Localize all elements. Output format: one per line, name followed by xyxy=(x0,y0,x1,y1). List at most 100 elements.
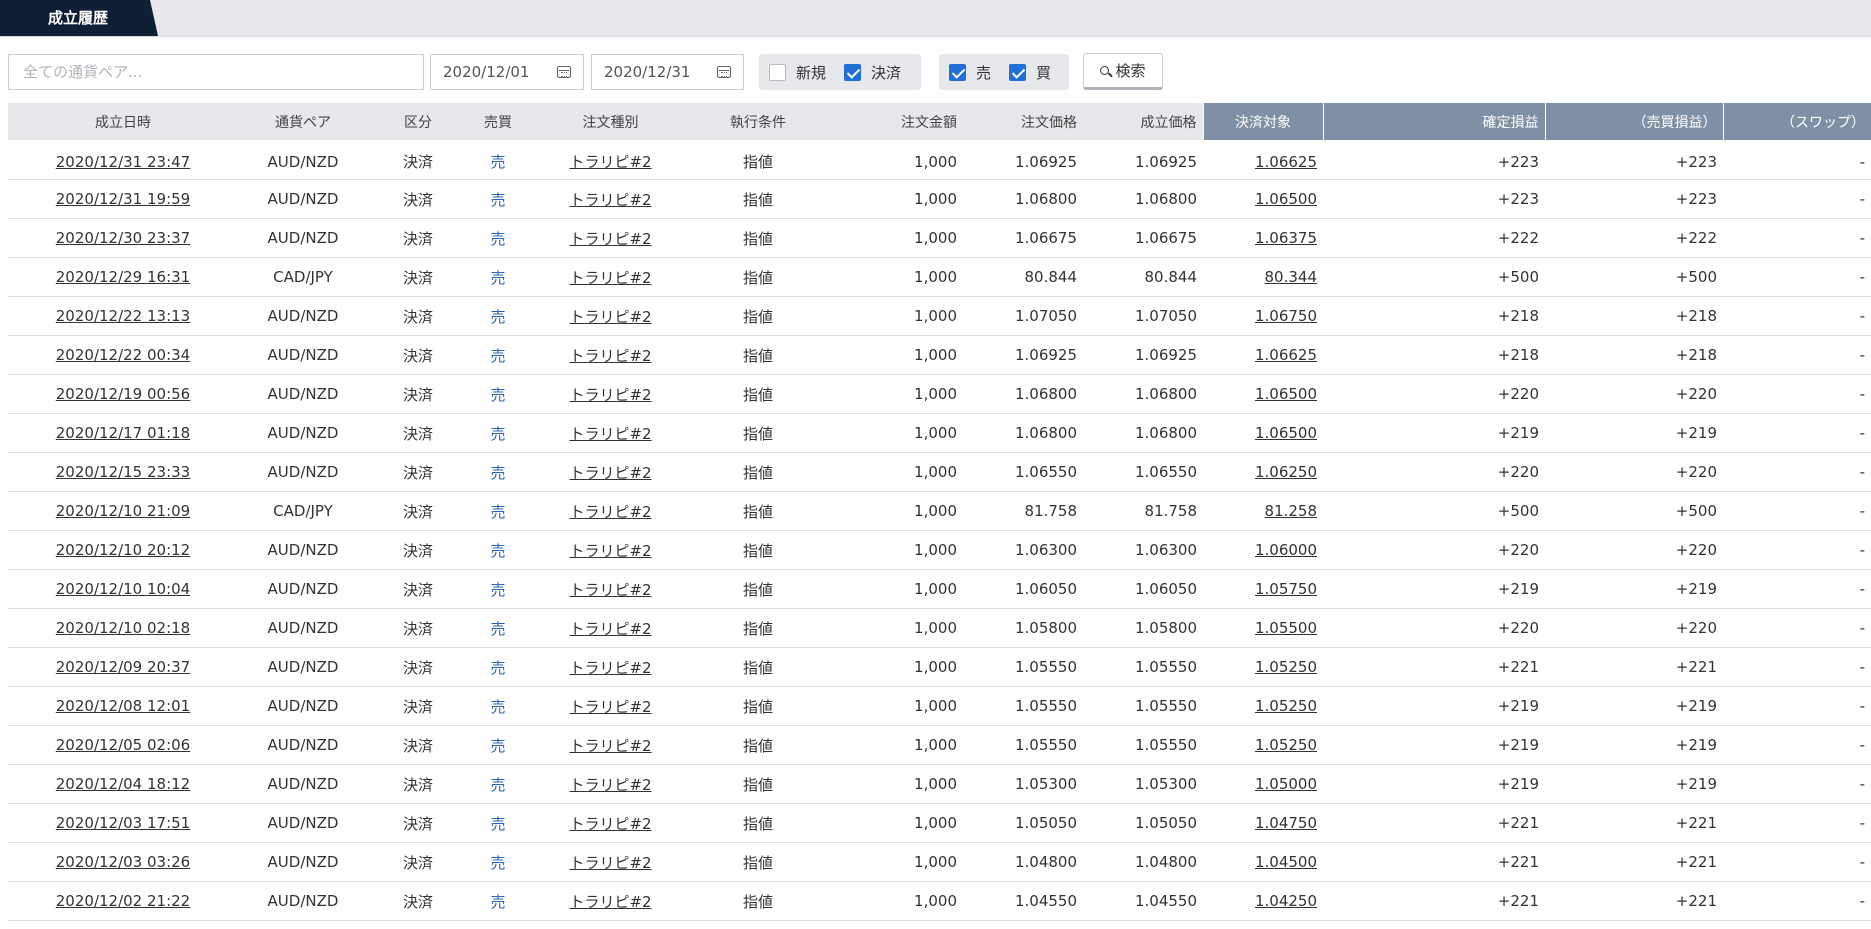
swap-cell: - xyxy=(1723,530,1871,570)
header-trade-pnl[interactable]: （売買損益） xyxy=(1544,103,1723,142)
exec-datetime-link[interactable]: 2020/12/09 20:37 xyxy=(56,658,190,676)
order-type-link[interactable]: トラリピ#2 xyxy=(569,464,651,482)
new-checkbox[interactable]: 新規 xyxy=(769,62,826,83)
exec-datetime-link[interactable]: 2020/12/17 01:18 xyxy=(56,424,190,442)
settlement-target-link[interactable]: 1.05750 xyxy=(1255,580,1317,598)
header-side[interactable]: 売買 xyxy=(468,103,528,142)
search-button[interactable]: 検索 xyxy=(1083,53,1163,90)
exec-datetime-link[interactable]: 2020/12/22 13:13 xyxy=(56,307,190,325)
settlement-target-link[interactable]: 1.06000 xyxy=(1255,541,1317,559)
order-type-link[interactable]: トラリピ#2 xyxy=(569,386,651,404)
header-category[interactable]: 区分 xyxy=(368,103,468,142)
exec-datetime-cell: 2020/12/03 03:26 xyxy=(8,842,238,882)
exec-datetime-link[interactable]: 2020/12/03 17:51 xyxy=(56,814,190,832)
settlement-target-link[interactable]: 1.05250 xyxy=(1255,736,1317,754)
checkbox-box[interactable] xyxy=(769,63,786,81)
exec-datetime-link[interactable]: 2020/12/22 00:34 xyxy=(56,346,190,364)
settlement-target-link[interactable]: 1.06750 xyxy=(1255,307,1317,325)
settlement-target-link[interactable]: 1.06500 xyxy=(1255,385,1317,403)
currency-pair-input[interactable] xyxy=(8,54,424,90)
header-order-type[interactable]: 注文種別 xyxy=(528,103,693,142)
side-cell: 売 xyxy=(468,647,528,687)
order-type-link[interactable]: トラリピ#2 xyxy=(569,542,651,560)
realized-pnl-cell: +500 xyxy=(1323,491,1545,531)
exec-datetime-link[interactable]: 2020/12/05 02:06 xyxy=(56,736,190,754)
order-type-cell: トラリピ#2 xyxy=(528,491,693,531)
order-price-cell: 1.07050 xyxy=(963,296,1083,336)
checkbox-box-checked[interactable] xyxy=(844,63,862,81)
order-type-link[interactable]: トラリピ#2 xyxy=(569,191,651,209)
order-type-link[interactable]: トラリピ#2 xyxy=(569,503,651,521)
exec-datetime-link[interactable]: 2020/12/31 23:47 xyxy=(56,153,190,171)
settlement-target-link[interactable]: 81.258 xyxy=(1265,502,1318,520)
exec-datetime-link[interactable]: 2020/12/10 10:04 xyxy=(56,580,190,598)
order-type-link[interactable]: トラリピ#2 xyxy=(569,737,651,755)
order-type-link[interactable]: トラリピ#2 xyxy=(569,854,651,872)
swap-cell: - xyxy=(1723,764,1871,804)
exec-datetime-link[interactable]: 2020/12/30 23:37 xyxy=(56,229,190,247)
settlement-target-link[interactable]: 1.04500 xyxy=(1255,853,1317,871)
settlement-target-link[interactable]: 1.04750 xyxy=(1255,814,1317,832)
order-type-link[interactable]: トラリピ#2 xyxy=(569,347,651,365)
exec-datetime-link[interactable]: 2020/12/08 12:01 xyxy=(56,697,190,715)
currency-pair-cell: AUD/NZD xyxy=(238,374,368,414)
calendar-icon[interactable] xyxy=(557,66,571,78)
exec-datetime-link[interactable]: 2020/12/15 23:33 xyxy=(56,463,190,481)
order-type-link[interactable]: トラリピ#2 xyxy=(569,230,651,248)
settlement-target-link[interactable]: 1.06500 xyxy=(1255,424,1317,442)
settlement-target-link[interactable]: 1.05250 xyxy=(1255,658,1317,676)
exec-datetime-link[interactable]: 2020/12/10 21:09 xyxy=(56,502,190,520)
header-swap[interactable]: （スワップ） xyxy=(1722,103,1871,142)
tab-execution-history[interactable]: 成立履歴 xyxy=(0,0,158,36)
order-type-link[interactable]: トラリピ#2 xyxy=(569,815,651,833)
header-currency-pair[interactable]: 通貨ペア xyxy=(238,103,368,142)
exec-datetime-link[interactable]: 2020/12/19 00:56 xyxy=(56,385,190,403)
settlement-target-link[interactable]: 1.06625 xyxy=(1255,153,1317,171)
checkbox-box-checked[interactable] xyxy=(949,63,966,81)
settlement-target-link[interactable]: 1.06625 xyxy=(1255,346,1317,364)
settlement-target-link[interactable]: 1.04250 xyxy=(1255,892,1317,910)
order-type-link[interactable]: トラリピ#2 xyxy=(569,620,651,638)
order-type-link[interactable]: トラリピ#2 xyxy=(569,581,651,599)
settlement-target-link[interactable]: 1.05250 xyxy=(1255,697,1317,715)
settlement-target-link[interactable]: 80.344 xyxy=(1265,268,1318,286)
table-row: 2020/12/30 23:37 AUD/NZD 決済売トラリピ#2 指値 1,000 1… xyxy=(8,218,1871,258)
exec-datetime-cell: 2020/12/09 20:37 xyxy=(8,647,238,687)
date-to-field[interactable]: 2020/12/31 xyxy=(591,54,744,90)
order-type-link[interactable]: トラリピ#2 xyxy=(569,153,651,171)
date-from-field[interactable]: 2020/12/01 xyxy=(430,54,584,90)
header-exec-datetime[interactable]: 成立日時 xyxy=(8,103,238,142)
settlement-target-link[interactable]: 1.06250 xyxy=(1255,463,1317,481)
header-order-amount[interactable]: 注文金額 xyxy=(823,103,963,142)
exec-datetime-link[interactable]: 2020/12/10 02:18 xyxy=(56,619,190,637)
header-order-price[interactable]: 注文価格 xyxy=(963,103,1083,142)
exec-datetime-link[interactable]: 2020/12/03 03:26 xyxy=(56,853,190,871)
currency-pair-cell: AUD/NZD xyxy=(238,764,368,804)
table-row: 2020/12/10 21:09 CAD/JPY 決済売トラリピ#2 指値 1,000 8… xyxy=(8,491,1871,531)
exec-datetime-link[interactable]: 2020/12/04 18:12 xyxy=(56,775,190,793)
order-type-link[interactable]: トラリピ#2 xyxy=(569,308,651,326)
header-settlement-target[interactable]: 決済対象 xyxy=(1202,103,1323,142)
order-type-link[interactable]: トラリピ#2 xyxy=(569,776,651,794)
exec-datetime-link[interactable]: 2020/12/10 20:12 xyxy=(56,541,190,559)
order-type-link[interactable]: トラリピ#2 xyxy=(569,659,651,677)
header-realized-pnl[interactable]: 確定損益 xyxy=(1322,103,1545,142)
exec-datetime-link[interactable]: 2020/12/31 19:59 xyxy=(56,190,190,208)
settlement-target-link[interactable]: 1.06375 xyxy=(1255,229,1317,247)
order-type-link[interactable]: トラリピ#2 xyxy=(569,698,651,716)
calendar-icon[interactable] xyxy=(717,66,731,78)
order-type-link[interactable]: トラリピ#2 xyxy=(569,269,651,287)
settle-checkbox[interactable]: 決済 xyxy=(844,62,901,83)
settlement-target-link[interactable]: 1.06500 xyxy=(1255,190,1317,208)
settlement-target-link[interactable]: 1.05500 xyxy=(1255,619,1317,637)
exec-datetime-link[interactable]: 2020/12/02 21:22 xyxy=(56,892,190,910)
checkbox-box-checked[interactable] xyxy=(1009,63,1027,81)
sell-checkbox[interactable]: 売 xyxy=(949,62,991,83)
buy-checkbox[interactable]: 買 xyxy=(1009,62,1051,83)
settlement-target-link[interactable]: 1.05000 xyxy=(1255,775,1317,793)
order-type-link[interactable]: トラリピ#2 xyxy=(569,893,651,911)
exec-datetime-link[interactable]: 2020/12/29 16:31 xyxy=(56,268,190,286)
header-exec-condition[interactable]: 執行条件 xyxy=(693,103,823,142)
header-exec-price[interactable]: 成立価格 xyxy=(1083,103,1203,142)
order-type-link[interactable]: トラリピ#2 xyxy=(569,425,651,443)
